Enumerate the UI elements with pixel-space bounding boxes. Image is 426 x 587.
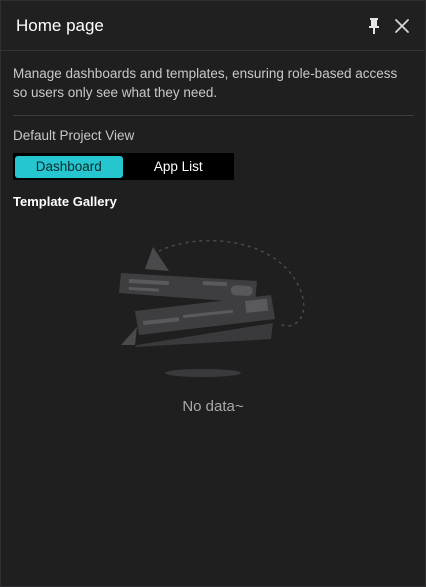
app-list-option[interactable]: App List	[125, 156, 233, 178]
dashboard-option[interactable]: Dashboard	[15, 155, 123, 178]
panel-header: Home page	[1, 1, 425, 51]
pin-icon[interactable]	[365, 17, 383, 35]
template-gallery-label: Template Gallery	[13, 194, 117, 209]
view-toggle: Dashboard App List	[13, 153, 234, 180]
panel-title: Home page	[16, 15, 104, 35]
default-view-label: Default Project View	[13, 128, 135, 143]
empty-state: No data~	[1, 231, 425, 431]
close-icon[interactable]	[393, 17, 411, 35]
empty-illustration	[119, 239, 305, 377]
panel-body: Manage dashboards and templates, ensurin…	[1, 64, 425, 209]
home-page-panel: Home page Manage dashboards and template…	[0, 0, 426, 587]
divider	[13, 115, 414, 116]
description-text: Manage dashboards and templates, ensurin…	[13, 66, 398, 100]
no-data-text: No data~	[182, 398, 244, 415]
